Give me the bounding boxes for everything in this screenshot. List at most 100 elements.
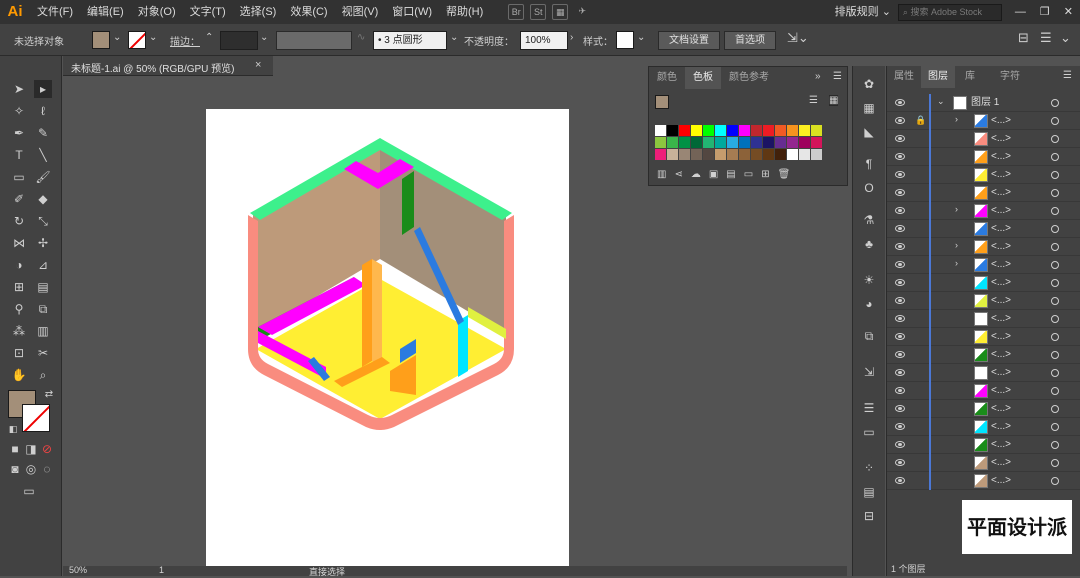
eye-icon[interactable] bbox=[895, 171, 905, 178]
scale-tool-icon[interactable]: ⤡ bbox=[34, 212, 52, 230]
eraser-tool-icon[interactable]: ◆ bbox=[34, 190, 52, 208]
object-name[interactable]: <...> bbox=[991, 130, 1011, 148]
eye-icon[interactable] bbox=[895, 441, 905, 448]
eye-icon[interactable] bbox=[895, 153, 905, 160]
target-icon[interactable] bbox=[1051, 279, 1059, 287]
menu-select[interactable]: 选择(S) bbox=[233, 0, 284, 24]
type-tool-icon[interactable]: T bbox=[10, 146, 28, 164]
brush-definition-field[interactable]: • 3 点圆形 bbox=[373, 31, 447, 50]
expand-group-icon[interactable]: › bbox=[955, 258, 958, 268]
swatch-cell[interactable] bbox=[739, 137, 750, 148]
shape-builder-tool-icon[interactable]: ◑ bbox=[10, 256, 28, 274]
search-stock-field[interactable]: ⌕ 搜索 Adobe Stock bbox=[897, 3, 1002, 21]
delete-swatch-icon[interactable]: 🗑 bbox=[778, 169, 799, 180]
shaper-tool-icon[interactable]: ✐ bbox=[10, 190, 28, 208]
swatch-cell[interactable] bbox=[727, 137, 738, 148]
selection-tool-icon[interactable]: ➤ bbox=[10, 80, 28, 98]
sublayer-row[interactable]: <...> bbox=[887, 382, 1080, 400]
target-icon[interactable] bbox=[1051, 297, 1059, 305]
lock-icon[interactable]: 🔒 bbox=[915, 115, 926, 126]
sublayer-row[interactable]: › <...> bbox=[887, 238, 1080, 256]
align-toggle-icon[interactable]: ⊟ bbox=[1018, 30, 1029, 46]
puppet-warp-tool-icon[interactable]: ✢ bbox=[34, 234, 52, 252]
transform-icon[interactable]: ⧉ bbox=[861, 328, 877, 344]
menu-file[interactable]: 文件(F) bbox=[30, 0, 80, 24]
sublayer-row[interactable]: <...> bbox=[887, 220, 1080, 238]
tab-character[interactable]: 字符 bbox=[985, 66, 1035, 88]
swatch-cell[interactable] bbox=[739, 125, 750, 136]
layer-row[interactable]: ⌄ 图层 1 bbox=[887, 94, 1080, 112]
swatch-cell[interactable] bbox=[775, 125, 786, 136]
symbol-sprayer-tool-icon[interactable]: ⁂ bbox=[10, 322, 28, 340]
eye-icon[interactable] bbox=[895, 297, 905, 304]
object-name[interactable]: <...> bbox=[991, 364, 1011, 382]
swatch-cell[interactable] bbox=[811, 137, 822, 148]
appearance-icon[interactable]: ◣ bbox=[861, 124, 877, 140]
fill-preview[interactable] bbox=[655, 95, 669, 109]
rotate-tool-icon[interactable]: ↻ bbox=[10, 212, 28, 230]
sublayer-row[interactable]: <...> bbox=[887, 148, 1080, 166]
artboard-tool-icon[interactable]: ⊡ bbox=[10, 344, 28, 362]
mesh-tool-icon[interactable]: ⊞ bbox=[10, 278, 28, 296]
swatch-cell[interactable] bbox=[655, 149, 666, 160]
object-name[interactable]: <...> bbox=[991, 310, 1011, 328]
graphic-style-swatch[interactable] bbox=[616, 31, 634, 49]
eye-icon[interactable] bbox=[895, 135, 905, 142]
style-dropdown-icon[interactable]: ⌄ bbox=[637, 32, 645, 43]
screen-mode-icon[interactable]: ▭ bbox=[20, 482, 38, 500]
stroke-stepper-icon[interactable]: ⌃ bbox=[205, 32, 213, 43]
sublayer-row[interactable]: <...> bbox=[887, 166, 1080, 184]
sublayer-row[interactable]: <...> bbox=[887, 418, 1080, 436]
swatch-cell[interactable] bbox=[667, 137, 678, 148]
target-icon[interactable] bbox=[1051, 333, 1059, 341]
sublayer-row[interactable]: <...> bbox=[887, 130, 1080, 148]
object-name[interactable]: <...> bbox=[991, 166, 1011, 184]
lasso-tool-icon[interactable]: ℓ bbox=[34, 102, 52, 120]
opentype-icon[interactable]: O bbox=[861, 180, 877, 196]
swatch-cell[interactable] bbox=[799, 149, 810, 160]
target-icon[interactable] bbox=[1051, 243, 1059, 251]
target-icon[interactable] bbox=[1051, 99, 1059, 107]
swatch-cell[interactable] bbox=[751, 137, 762, 148]
eyedropper-tool-icon[interactable]: ⚲ bbox=[10, 300, 28, 318]
object-name[interactable]: <...> bbox=[991, 472, 1011, 490]
swatch-cell[interactable] bbox=[787, 149, 798, 160]
swatch-cell[interactable] bbox=[811, 149, 822, 160]
sublayer-row[interactable]: <...> bbox=[887, 454, 1080, 472]
swatch-cell[interactable] bbox=[739, 149, 750, 160]
swatch-cell[interactable] bbox=[787, 125, 798, 136]
zoom-tool-icon[interactable]: ⌕ bbox=[34, 366, 52, 384]
new-swatch-icon[interactable]: ⊞ bbox=[761, 169, 777, 180]
eye-icon[interactable] bbox=[895, 189, 905, 196]
swatch-cell[interactable] bbox=[655, 137, 666, 148]
target-icon[interactable] bbox=[1051, 225, 1059, 233]
swatch-cell[interactable] bbox=[799, 137, 810, 148]
swatch-cell[interactable] bbox=[691, 137, 702, 148]
color-palette-icon[interactable]: ✿ bbox=[861, 76, 877, 92]
draw-inside-icon[interactable]: ◌ bbox=[38, 460, 56, 478]
magic-wand-icon[interactable]: ✧ bbox=[10, 102, 28, 120]
object-name[interactable]: <...> bbox=[991, 328, 1011, 346]
eye-icon[interactable] bbox=[895, 207, 905, 214]
paintbrush-tool-icon[interactable]: 🖌 bbox=[34, 168, 52, 186]
grid-view-icon[interactable]: ▦ bbox=[829, 95, 839, 106]
sublayer-row[interactable]: › <...> bbox=[887, 202, 1080, 220]
expand-group-icon[interactable]: › bbox=[955, 204, 958, 214]
menu-object[interactable]: 对象(O) bbox=[131, 0, 183, 24]
transparency-icon[interactable]: ◕ bbox=[861, 296, 877, 312]
object-name[interactable]: <...> bbox=[991, 274, 1011, 292]
swatch-cell[interactable] bbox=[775, 149, 786, 160]
eye-icon[interactable] bbox=[895, 243, 905, 250]
tab-properties[interactable]: 属性 bbox=[887, 66, 921, 88]
panel-menu-icon[interactable]: ☰ bbox=[833, 71, 842, 82]
align-icon[interactable]: ☰ bbox=[861, 400, 877, 416]
zoom-level[interactable]: 50% bbox=[69, 565, 87, 575]
opacity-field[interactable]: 100% bbox=[520, 31, 568, 50]
object-name[interactable]: <...> bbox=[991, 256, 1011, 274]
target-icon[interactable] bbox=[1051, 117, 1059, 125]
pen-tool-icon[interactable]: ✒ bbox=[10, 124, 28, 142]
eye-icon[interactable] bbox=[895, 99, 905, 106]
swap-fill-stroke-icon[interactable]: ⇄ bbox=[40, 386, 58, 404]
swatch-cell[interactable] bbox=[763, 149, 774, 160]
target-icon[interactable] bbox=[1051, 405, 1059, 413]
